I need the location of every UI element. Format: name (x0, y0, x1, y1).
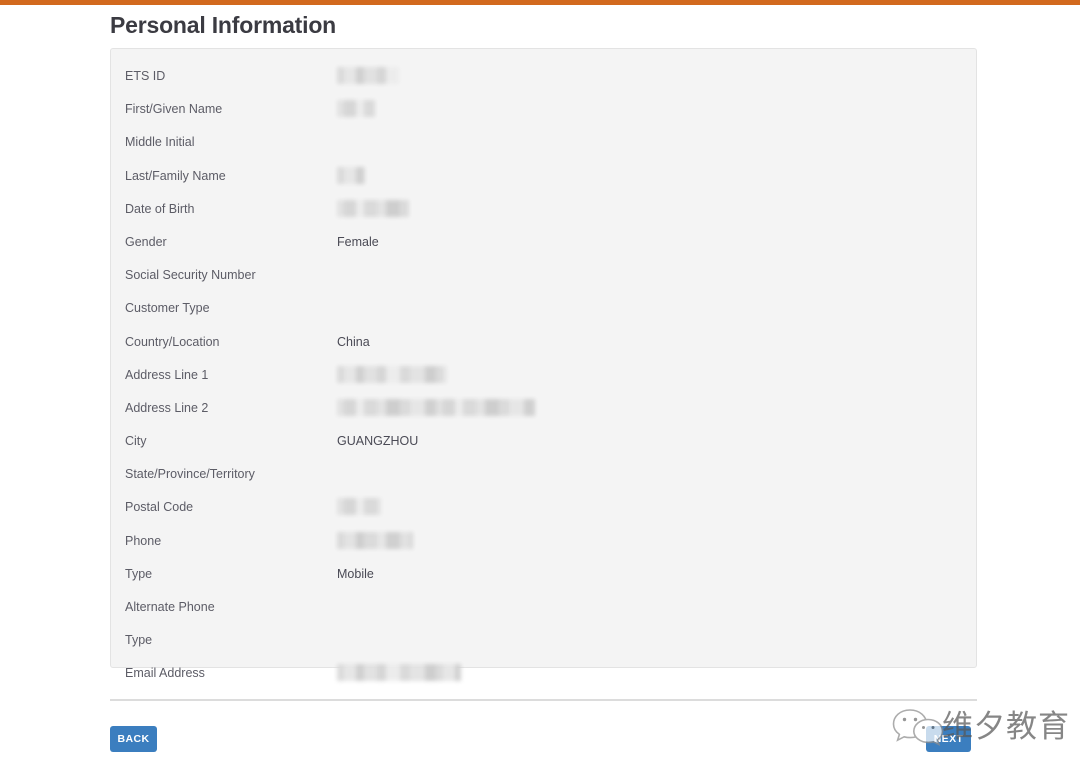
page-title: Personal Information (110, 12, 337, 38)
wechat-watermark: 维夕教育 (892, 702, 1077, 754)
field-row: State/Province/Territory (111, 465, 976, 498)
next-button[interactable]: NEXT (926, 726, 971, 752)
field-label: Phone (125, 533, 162, 548)
field-row: Address Line 2 (111, 398, 976, 432)
field-row: Email Address (111, 664, 976, 697)
redacted-value (337, 398, 535, 416)
field-label: Email Address (125, 666, 205, 681)
field-row: Social Security Number (111, 266, 976, 299)
field-row: Postal Code (111, 498, 976, 531)
field-row: Last/Family Name (111, 166, 976, 200)
redacted-value (337, 498, 381, 516)
field-row: Customer Type (111, 299, 976, 332)
field-row: First/Given Name (111, 100, 976, 133)
field-row: Type Mobile (111, 565, 976, 598)
field-row: Type (111, 631, 976, 664)
field-row: Gender Female (111, 233, 976, 266)
field-row: ETS ID (111, 67, 976, 100)
redacted-value (337, 100, 375, 118)
field-row: Address Line 1 (111, 365, 976, 399)
field-value: China (337, 334, 370, 349)
field-label: Last/Family Name (125, 168, 226, 183)
field-row: Date of Birth (111, 199, 976, 233)
field-label: State/Province/Territory (125, 467, 255, 482)
field-value: GUANGZHOU (337, 434, 419, 449)
field-row: Alternate Phone (111, 598, 976, 631)
redacted-value (337, 365, 447, 383)
field-label: Customer Type (125, 301, 210, 316)
field-row: City GUANGZHOU (111, 432, 976, 465)
field-label: ETS ID (125, 69, 166, 83)
field-label: Alternate Phone (125, 600, 215, 614)
field-row: Middle Initial (111, 133, 976, 166)
field-label: Type (125, 566, 153, 581)
field-label: Postal Code (125, 500, 194, 515)
field-row: Country/Location China (111, 333, 976, 366)
field-label: Date of Birth (125, 201, 195, 216)
field-value: Mobile (337, 566, 374, 581)
redacted-value (337, 664, 461, 682)
redacted-value (337, 166, 365, 184)
field-label: City (125, 434, 147, 449)
field-label: Address Line 1 (125, 367, 209, 382)
field-row: Phone (111, 531, 976, 565)
field-label: Address Line 2 (125, 400, 209, 415)
field-value: Female (337, 234, 379, 249)
redacted-value (337, 199, 409, 217)
field-list: ETS ID First/Given Name Middle Initial Last… (111, 49, 976, 698)
redacted-value (337, 531, 413, 549)
footer-divider (110, 699, 977, 701)
field-label: Middle Initial (125, 135, 195, 150)
field-label: Gender (125, 234, 167, 249)
field-label: Country/Location (125, 334, 220, 349)
top-accent-bar (0, 0, 1080, 5)
field-label: Social Security Number (125, 268, 256, 283)
personal-information-panel: ETS ID First/Given Name Middle Initial Last… (110, 48, 977, 682)
field-label: Type (125, 633, 153, 648)
field-label: First/Given Name (125, 102, 223, 117)
back-button[interactable]: BACK (110, 726, 157, 752)
redacted-value (337, 67, 399, 84)
